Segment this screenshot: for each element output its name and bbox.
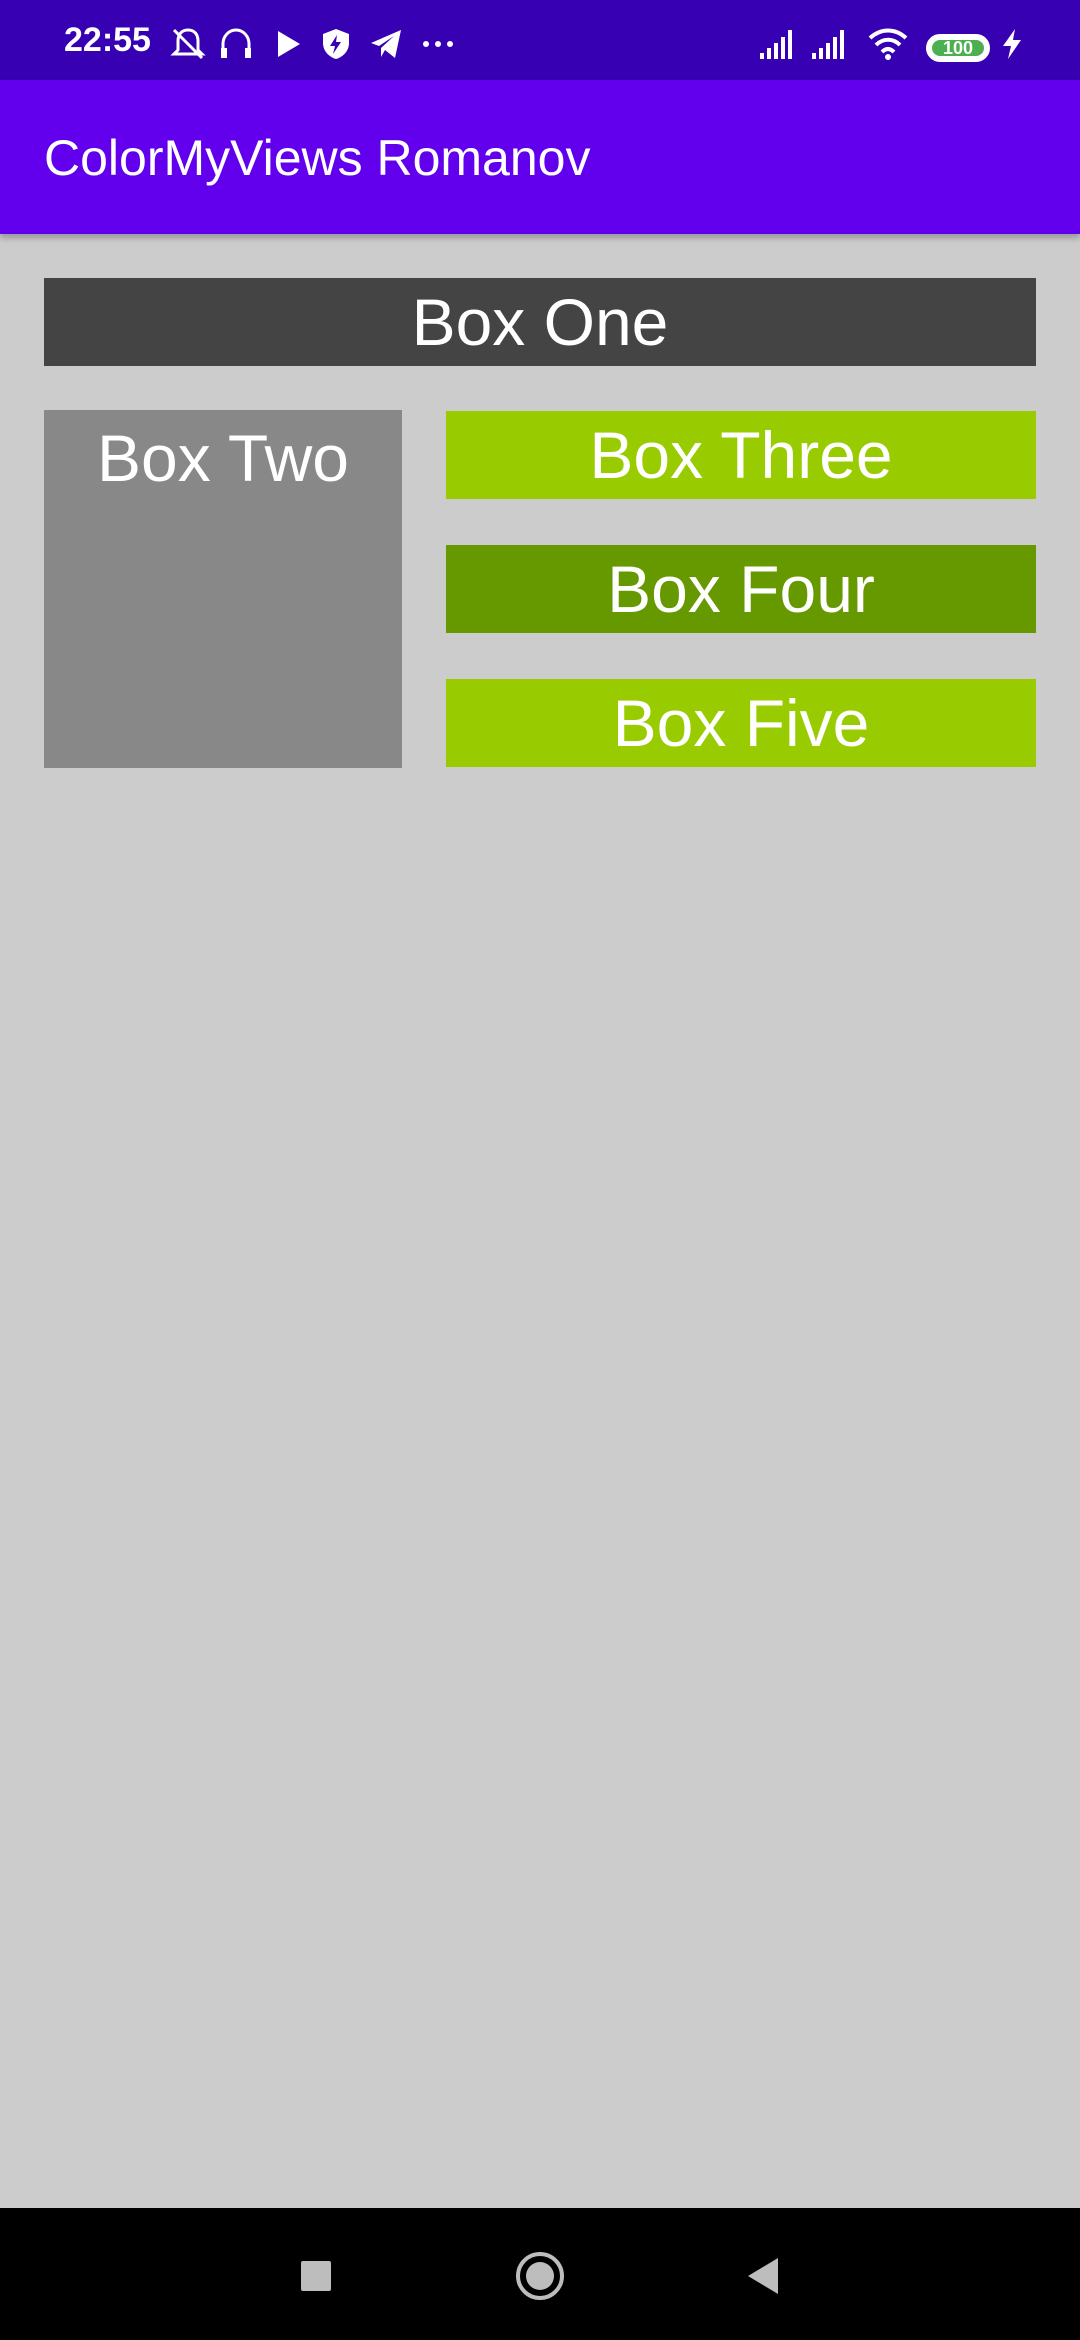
app-bar: ColorMyViews Romanov: [0, 80, 1080, 234]
box-five[interactable]: Box Five: [446, 679, 1036, 767]
play-icon: [278, 31, 300, 57]
charging-icon: [1003, 29, 1021, 59]
signal-icon: [760, 30, 792, 59]
app-title: ColorMyViews Romanov: [44, 130, 591, 186]
shield-icon: [323, 29, 349, 59]
home-icon[interactable]: [512, 2248, 568, 2304]
box-four[interactable]: Box Four: [446, 545, 1036, 633]
box-one[interactable]: Box One: [44, 278, 1036, 366]
box-three[interactable]: Box Three: [446, 411, 1036, 499]
status-time: 22:55: [64, 21, 151, 59]
telegram-icon: [371, 30, 401, 58]
box-two[interactable]: Box Two: [44, 410, 402, 768]
battery-level: 100: [942, 38, 974, 58]
recents-icon[interactable]: [288, 2248, 344, 2304]
headphones-icon: [221, 28, 251, 58]
wifi-icon: [868, 28, 908, 60]
more-icon: [423, 41, 453, 47]
back-icon[interactable]: [736, 2248, 792, 2304]
status-bar: 22:55 100: [0, 0, 1080, 80]
navigation-bar: [0, 2208, 1080, 2340]
battery-icon: 100: [926, 34, 990, 62]
bell-off-icon: [170, 28, 206, 60]
signal-icon: [812, 30, 844, 59]
